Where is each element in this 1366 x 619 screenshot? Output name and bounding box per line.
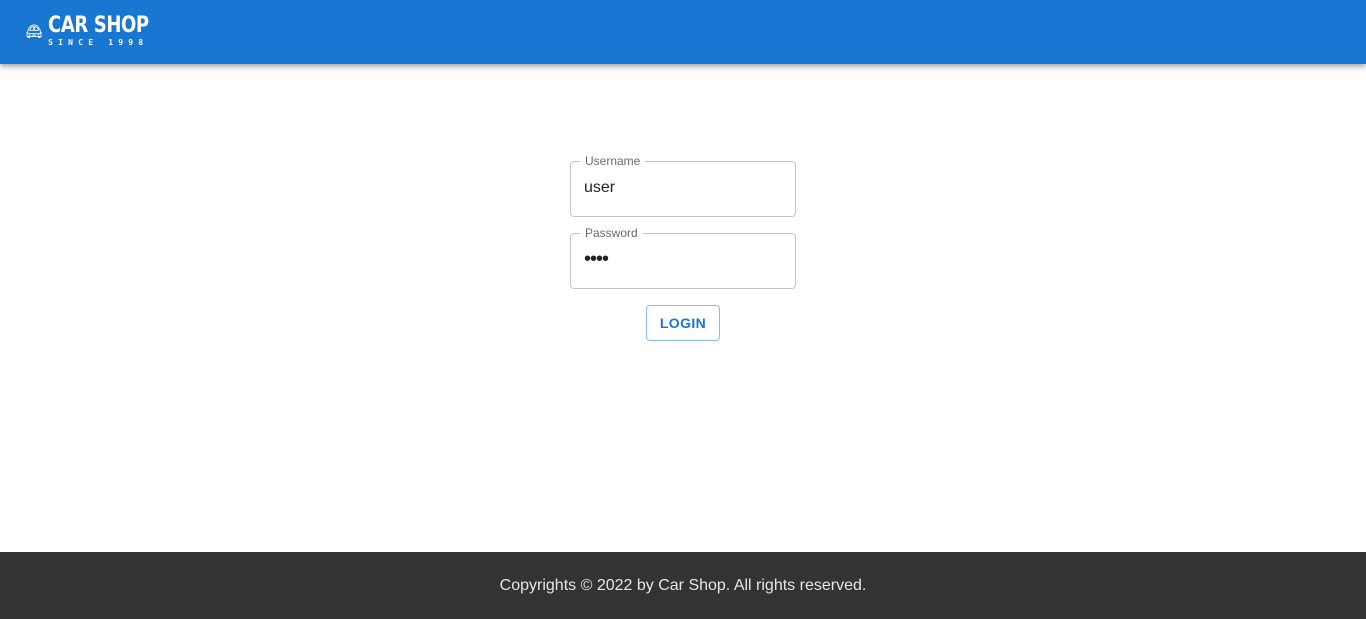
password-field: Password bbox=[570, 226, 796, 289]
logo-subtitle: SINCE 1998 bbox=[48, 38, 149, 47]
login-button[interactable]: LOGIN bbox=[646, 305, 720, 341]
password-input[interactable] bbox=[584, 248, 782, 271]
app-bar: CAR SHOP SINCE 1998 bbox=[0, 0, 1366, 64]
login-form: Username Password LOGIN bbox=[570, 153, 796, 341]
footer: Copyrights © 2022 by Car Shop. All right… bbox=[0, 552, 1366, 619]
password-label: Password bbox=[580, 226, 643, 240]
car-shop-logo[interactable]: CAR SHOP SINCE 1998 bbox=[26, 9, 171, 53]
copyright-text: Copyrights © 2022 by Car Shop. All right… bbox=[499, 576, 867, 594]
logo-title: CAR SHOP bbox=[48, 13, 149, 38]
username-field: Username bbox=[570, 154, 796, 217]
username-input[interactable] bbox=[584, 179, 782, 197]
username-label: Username bbox=[580, 154, 646, 168]
beetle-car-icon bbox=[26, 24, 42, 39]
